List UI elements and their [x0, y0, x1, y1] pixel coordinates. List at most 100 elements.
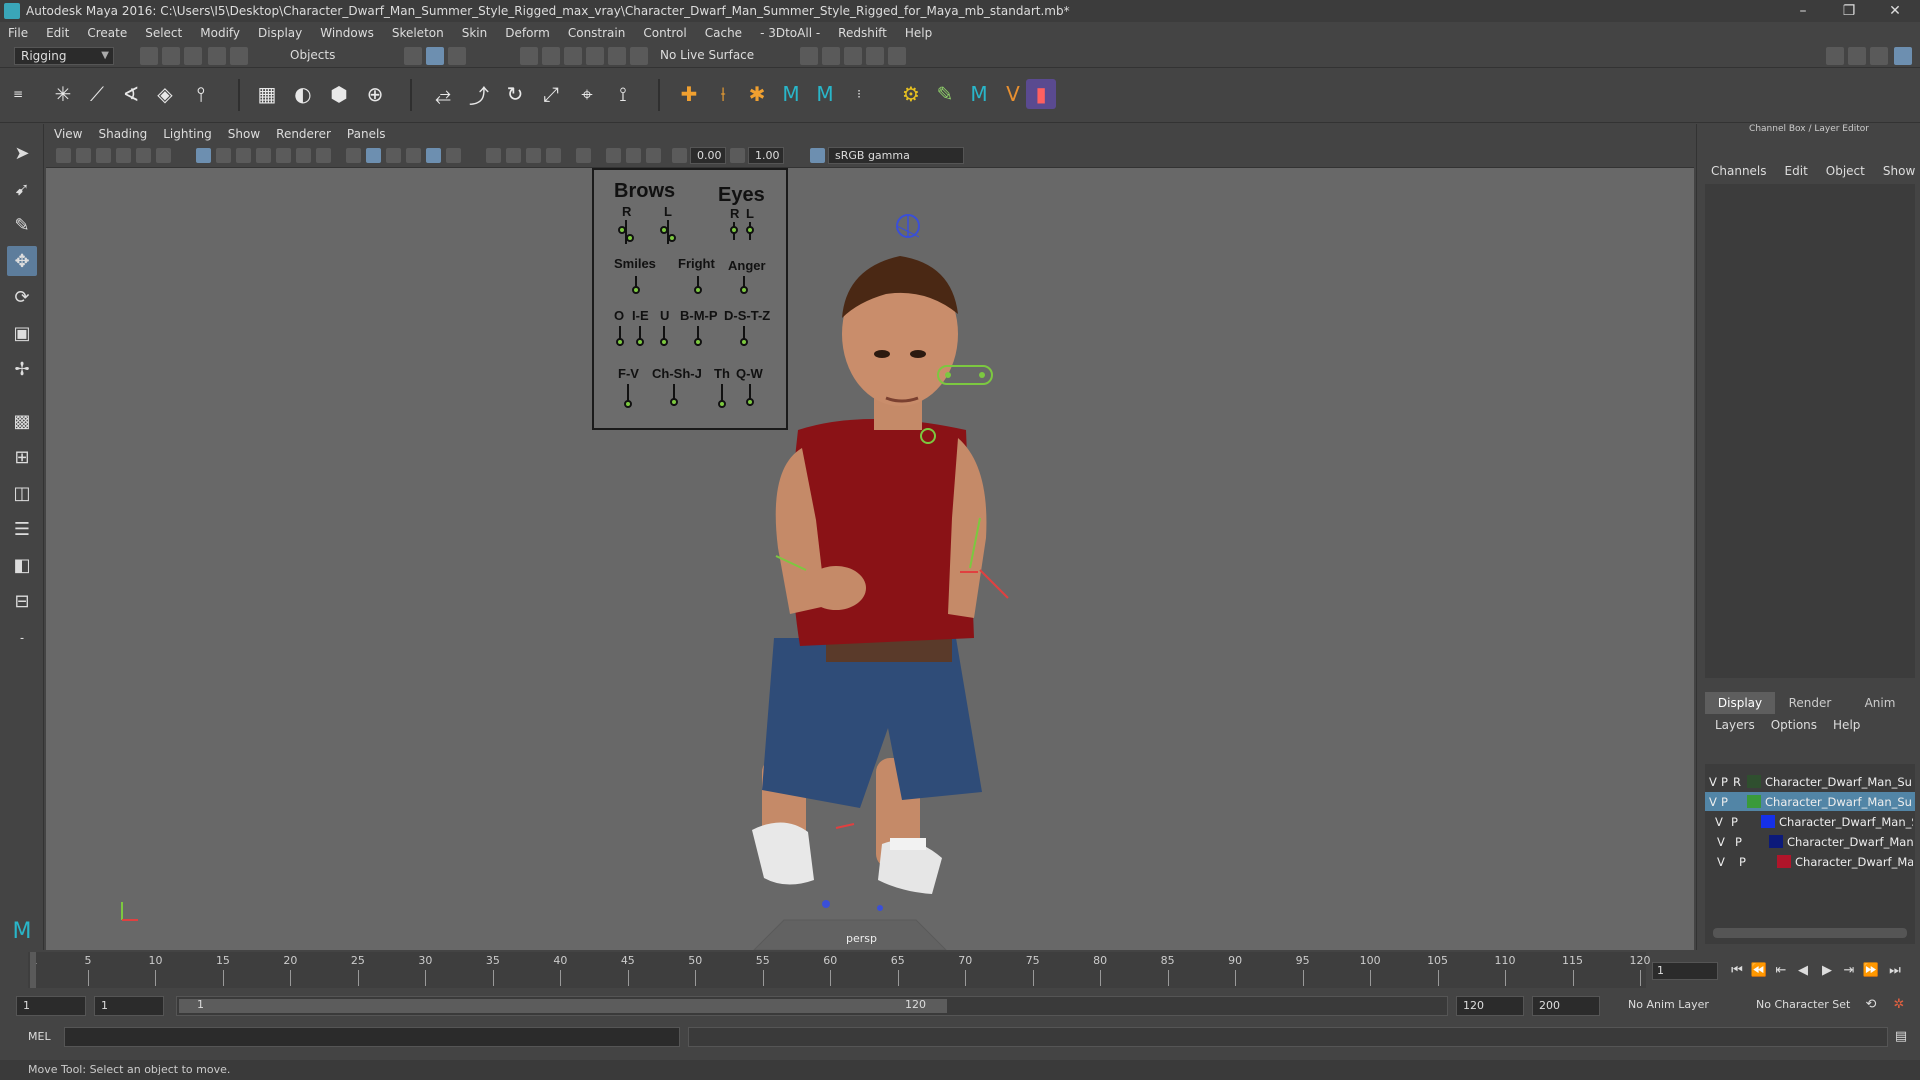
play-backward-icon[interactable]: ◀ [1794, 962, 1812, 980]
menu-create[interactable]: Create [87, 26, 127, 40]
save-scene-icon[interactable] [184, 47, 202, 65]
open-scene-icon[interactable] [162, 47, 180, 65]
script-editor-icon[interactable]: ▤ [1892, 1028, 1910, 1046]
layer-row[interactable]: V P Character_Dwarf_Man_Su [1705, 812, 1915, 831]
bind-skin-icon[interactable]: ▦ [252, 79, 282, 109]
layer-playback[interactable]: P [1721, 775, 1728, 789]
gate-mask-icon[interactable] [256, 148, 271, 163]
xray-components-icon[interactable] [646, 148, 661, 163]
menu-deform[interactable]: Deform [505, 26, 550, 40]
tool-settings-icon[interactable] [1870, 47, 1888, 65]
exposure-icon[interactable] [672, 148, 687, 163]
ik-handle-icon[interactable]: ⟋ [82, 79, 112, 109]
layer-name[interactable]: Character_Dwarf_Man_Su [1779, 815, 1913, 829]
new-scene-icon[interactable] [140, 47, 158, 65]
animation-start-field[interactable]: 1 [16, 996, 86, 1016]
two-pane-icon[interactable]: ◫ [7, 478, 37, 508]
lasso-tool-icon[interactable]: ➹ [7, 174, 37, 204]
range-handle[interactable] [179, 999, 947, 1013]
mirror-joint-icon[interactable]: ⫯ [186, 79, 216, 109]
grid-icon[interactable] [196, 148, 211, 163]
lattice-icon[interactable]: ⬢ [324, 79, 354, 109]
use-all-lights-icon[interactable] [446, 148, 461, 163]
mel-script-icon[interactable]: ⁝ [844, 79, 874, 109]
menu-display[interactable]: Display [258, 26, 302, 40]
orient-constraint-icon[interactable]: ↻ [500, 79, 530, 109]
render-view-icon[interactable] [800, 47, 818, 65]
wireframe-on-shaded-icon[interactable] [406, 148, 421, 163]
paint-select-icon[interactable]: ✎ [7, 210, 37, 240]
viewport-menu-view[interactable]: View [54, 127, 82, 141]
ik-spline-icon[interactable]: ∢ [116, 79, 146, 109]
field-chart-icon[interactable] [276, 148, 291, 163]
motion-blur-icon[interactable] [526, 148, 541, 163]
menu-help[interactable]: Help [905, 26, 932, 40]
wireframe-icon[interactable] [346, 148, 361, 163]
snap-grid-icon[interactable] [520, 47, 538, 65]
camera-attributes-icon[interactable] [136, 148, 151, 163]
insert-joint-icon[interactable]: ◈ [150, 79, 180, 109]
bookmark-icon[interactable] [96, 148, 111, 163]
menu-redshift[interactable]: Redshift [838, 26, 887, 40]
current-frame-field[interactable]: 1 [1652, 962, 1718, 980]
image-plane-icon[interactable] [116, 148, 131, 163]
camera-lock-icon[interactable] [76, 148, 91, 163]
go-to-end-icon[interactable]: ⏭ [1886, 962, 1904, 980]
layer-row[interactable]: V P R Character_Dwarf_Man_Summ [1705, 772, 1915, 791]
move-tool-icon[interactable]: ✥ [7, 246, 37, 276]
time-ruler[interactable]: 1510152025303540455055606570758085909510… [28, 952, 1651, 988]
select-hierarchy-icon[interactable] [404, 47, 422, 65]
gamma-icon[interactable] [730, 148, 745, 163]
layer-playback[interactable]: P [1721, 795, 1728, 809]
parent-constraint-icon[interactable]: ⥄ [428, 79, 458, 109]
current-time-marker[interactable] [30, 952, 36, 988]
selection-mode-dropdown[interactable]: Objects [290, 48, 335, 62]
prev-key-icon[interactable]: ⇤ [1772, 962, 1790, 980]
anim-layer-dropdown[interactable]: No Anim Layer [1628, 998, 1709, 1011]
tab-render[interactable]: Render [1775, 692, 1845, 714]
tab-anim[interactable]: Anim [1845, 692, 1915, 714]
layer-name[interactable]: Character_Dwarf_Man_Summ [1765, 795, 1913, 809]
quick-rig-icon[interactable]: ⚙ [896, 79, 926, 109]
next-key-icon[interactable]: ⇥ [1840, 962, 1858, 980]
layer-color-swatch[interactable] [1769, 835, 1783, 848]
joint-orient-icon[interactable]: ⟊ [708, 79, 738, 109]
gamma-field[interactable]: 1.00 [748, 147, 784, 164]
cluster-icon[interactable]: ⊕ [360, 79, 390, 109]
hypershade-icon[interactable] [888, 47, 906, 65]
menu-edit[interactable]: Edit [46, 26, 69, 40]
render-settings-icon[interactable] [866, 47, 884, 65]
menu-control[interactable]: Control [643, 26, 686, 40]
layer-color-swatch[interactable] [1777, 855, 1791, 868]
menu-skin[interactable]: Skin [462, 26, 488, 40]
range-bar[interactable]: 1 120 [176, 996, 1448, 1016]
camera-select-icon[interactable] [56, 148, 71, 163]
shadows-icon[interactable] [486, 148, 501, 163]
layer-playback[interactable]: P [1739, 855, 1746, 869]
layer-color-swatch[interactable] [1747, 775, 1761, 788]
time-slider[interactable]: 1510152025303540455055606570758085909510… [0, 952, 1920, 988]
layer-row[interactable]: V P Character_Dwarf_Man [1705, 852, 1915, 871]
layer-visibility[interactable]: V [1709, 795, 1717, 809]
auto-key-icon[interactable]: ⟲ [1862, 996, 1880, 1014]
xray-icon[interactable] [606, 148, 621, 163]
layer-name[interactable]: Character_Dwarf_Man [1795, 855, 1913, 869]
layer-menu-help[interactable]: Help [1833, 718, 1860, 732]
pole-vector-icon[interactable]: ⟟ [608, 79, 638, 109]
menu-cache[interactable]: Cache [705, 26, 742, 40]
layer-visibility[interactable]: V [1717, 835, 1725, 849]
single-pane-icon[interactable]: ▩ [7, 406, 37, 436]
snap-curve-icon[interactable] [542, 47, 560, 65]
color-management-icon[interactable] [810, 148, 825, 163]
select-component-icon[interactable] [448, 47, 466, 65]
xray-joints-icon[interactable] [626, 148, 641, 163]
select-object-icon[interactable] [426, 47, 444, 65]
maya-tool-icon[interactable]: M [964, 79, 994, 109]
playback-start-field[interactable]: 1 [94, 996, 164, 1016]
attribute-editor-icon[interactable] [1848, 47, 1866, 65]
viewport-menu-lighting[interactable]: Lighting [163, 127, 212, 141]
close-button[interactable]: ✕ [1872, 0, 1918, 22]
redo-icon[interactable] [230, 47, 248, 65]
rotate-tool-icon[interactable]: ⟳ [7, 282, 37, 312]
animation-end-field[interactable]: 200 [1532, 996, 1600, 1016]
